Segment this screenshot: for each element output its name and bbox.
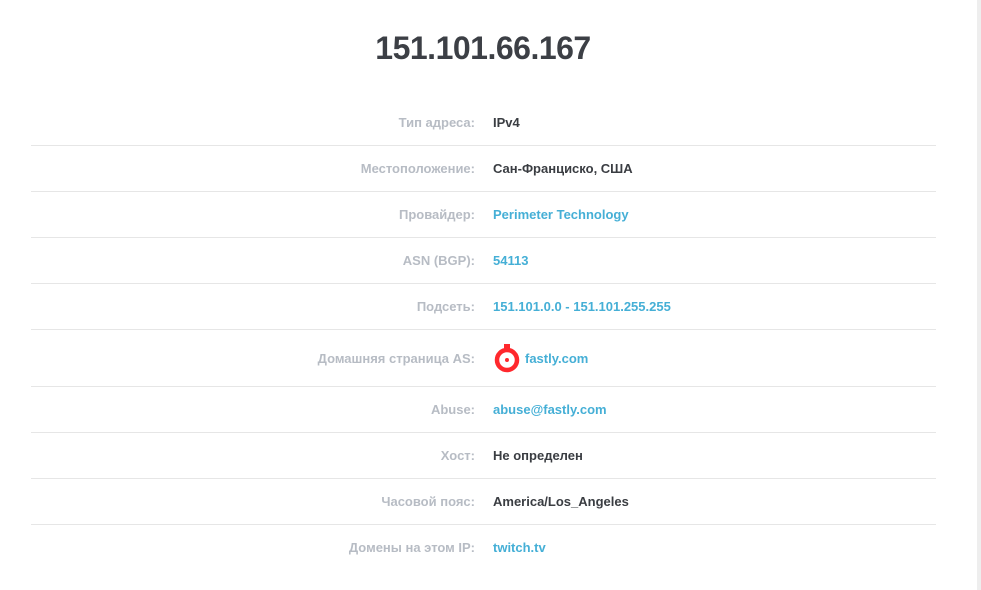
info-row-location: Местоположение: Сан-Франциско, США xyxy=(31,146,936,192)
info-row-address-type: Тип адреса: IPv4 xyxy=(31,100,936,146)
info-row-subnet: Подсеть: 151.101.0.0 - 151.101.255.255 xyxy=(31,284,936,330)
location-value: Сан-Франциско, США xyxy=(493,161,633,176)
host-value: Не определен xyxy=(493,448,583,463)
page-title: 151.101.66.167 xyxy=(375,30,591,66)
timezone-label: Часовой пояс: xyxy=(381,494,475,509)
asn-link[interactable]: 54113 xyxy=(493,253,528,268)
subnet-link[interactable]: 151.101.0.0 - 151.101.255.255 xyxy=(493,299,671,314)
info-row-abuse: Abuse: abuse@fastly.com xyxy=(31,387,936,433)
address-type-label: Тип адреса: xyxy=(398,115,475,130)
fastly-logo-icon xyxy=(493,343,521,373)
abuse-label: Abuse: xyxy=(430,402,475,417)
host-label: Хост: xyxy=(440,448,475,463)
address-type-value: IPv4 xyxy=(493,115,520,130)
provider-link[interactable]: Perimeter Technology xyxy=(493,207,629,222)
provider-label: Провайдер: xyxy=(398,207,475,222)
subnet-label: Подсеть: xyxy=(416,299,475,314)
location-label: Местоположение: xyxy=(360,161,475,176)
info-row-asn: ASN (BGP): 54113 xyxy=(31,238,936,284)
as-homepage-value: fastly.com xyxy=(493,343,588,373)
info-row-timezone: Часовой пояс: America/Los_Angeles xyxy=(31,479,936,525)
timezone-value: America/Los_Angeles xyxy=(493,494,629,509)
domain-link[interactable]: twitch.tv xyxy=(493,540,546,555)
as-homepage-label: Домашняя страница AS: xyxy=(317,350,475,366)
domains-label: Домены на этом IP: xyxy=(348,540,475,555)
ip-info-table: Тип адреса: IPv4 Местоположение: Сан-Фра… xyxy=(31,100,936,570)
asn-label: ASN (BGP): xyxy=(402,253,475,268)
info-row-provider: Провайдер: Perimeter Technology xyxy=(31,192,936,238)
info-row-domains: Домены на этом IP: twitch.tv xyxy=(31,525,936,570)
as-homepage-link[interactable]: fastly.com xyxy=(525,351,588,366)
info-row-host: Хост: Не определен xyxy=(31,433,936,479)
abuse-email-link[interactable]: abuse@fastly.com xyxy=(493,402,607,417)
info-row-as-homepage: Домашняя страница AS: fastly.com xyxy=(31,330,936,387)
page-scrollbar-edge xyxy=(977,0,981,590)
